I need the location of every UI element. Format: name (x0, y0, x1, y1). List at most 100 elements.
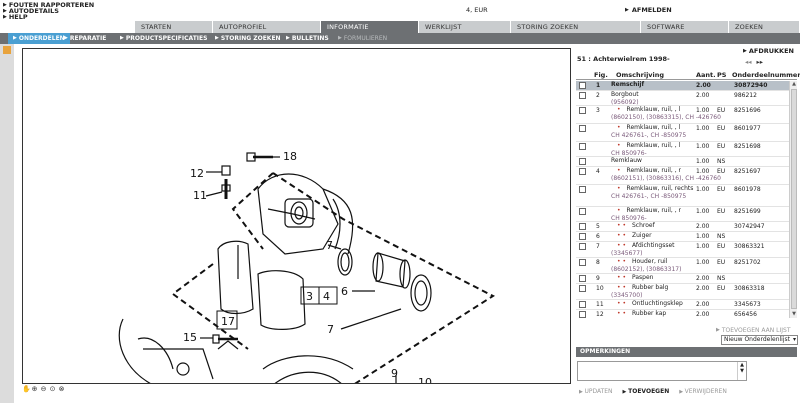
zoom-fit-icon[interactable]: ⊙ (49, 386, 56, 393)
scroll-down-icon[interactable]: ▼ (790, 311, 798, 318)
table-row[interactable]: Remklauw 1.00 NS (576, 157, 789, 167)
add-button[interactable]: ▶ TOEVOEGEN (623, 388, 670, 395)
row-checkbox[interactable] (579, 259, 586, 266)
row-desc-text: Remklauw, ruil, , r (626, 207, 682, 214)
notes-textarea[interactable] (577, 361, 747, 381)
table-row[interactable]: 9 • • Paspen 2.00 NS (576, 274, 789, 284)
table-row[interactable]: 1 Remschijf 2.00 30872940 (576, 81, 789, 91)
callout-12[interactable]: 12 (190, 167, 204, 180)
callout-9[interactable]: 9 (391, 367, 398, 380)
subtab-reparatie[interactable]: ▶ REPARATIE (64, 33, 106, 44)
row-description: • Remklauw, ruil, rechts CH 426761-, CH -8… (611, 185, 729, 200)
cart-summary[interactable]: 4, EUR (466, 6, 488, 14)
row-description: Remschijf (611, 81, 729, 89)
callout-11[interactable]: 11 (193, 189, 207, 202)
row-checkbox[interactable] (579, 311, 586, 318)
callout-7a[interactable]: 7 (326, 239, 333, 252)
notes-scrollbar[interactable]: ▲ ▼ (737, 362, 746, 380)
callout-10[interactable]: 10 (418, 376, 432, 384)
tab-zoeken[interactable]: ZOEKEN (729, 21, 800, 33)
table-row[interactable]: • Remklauw, ruil, , l CH 850976- 1.00 EU 8251… (576, 142, 789, 157)
table-row[interactable]: 5 • • Schroef 2.00 30742947 (576, 222, 789, 232)
row-description: • • Ontluchtingsklep (611, 300, 729, 308)
callout-18[interactable]: 18 (283, 150, 297, 163)
table-row[interactable]: • Remklauw, ruil, , r CH 850976- 1.00 EU 8251… (576, 207, 789, 222)
row-qty: 1.00 (696, 107, 710, 114)
row-checkbox[interactable] (579, 243, 586, 250)
row-qty: 2.00 (696, 275, 710, 282)
pan-hand-icon[interactable]: ✋ (22, 386, 31, 393)
tab-autoprofiel[interactable]: AUTOPROFIEL (213, 21, 321, 33)
row-description: • • Rubber kap (611, 310, 729, 318)
tab-starten[interactable]: STARTEN (135, 21, 213, 33)
row-checkbox[interactable] (579, 92, 586, 99)
indent-marker: • • (617, 300, 626, 307)
row-qty: 1.00 (696, 168, 710, 175)
parts-scrollbar[interactable]: ▲ ▼ (789, 81, 797, 318)
next-page-icon[interactable]: ▸▸ (757, 58, 764, 66)
table-row[interactable]: 2 Borgbout (956092) 2.00 986212 (576, 91, 789, 106)
row-fig: 6 (596, 233, 600, 240)
indent-marker: • • (617, 258, 626, 265)
tab-informatie[interactable]: INFORMATIE (321, 21, 419, 33)
row-checkbox[interactable] (579, 186, 586, 193)
exploded-parts-drawing[interactable]: 18 12 11 7 6 7 3 4 17 15 9 10 (22, 48, 571, 384)
row-checkbox[interactable] (579, 107, 586, 114)
callout-3[interactable]: 3 (306, 290, 313, 303)
indent-marker: • • (617, 274, 626, 281)
table-row[interactable]: • Remklauw, ruil, rechts CH 426761-, CH -8… (576, 185, 789, 207)
logout-link[interactable]: ▶ AFMELDEN (625, 6, 672, 14)
row-part-number: 3345673 (734, 301, 761, 308)
row-checkbox[interactable] (579, 168, 586, 175)
add-to-list-link[interactable]: ▶ TOEVOEGEN AAN LIJST (716, 327, 791, 334)
indent-marker: • (617, 142, 621, 149)
row-fig: 5 (596, 223, 600, 230)
table-row[interactable]: 4 • Remklauw, ruil, , r (8602151), (3086331… (576, 167, 789, 185)
tab-software[interactable]: SOFTWARE (641, 21, 729, 33)
table-row[interactable]: • Remklauw, ruil, , l CH 426761-, CH -8509… (576, 124, 789, 142)
row-checkbox[interactable] (579, 285, 586, 292)
row-checkbox[interactable] (579, 125, 586, 132)
row-checkbox[interactable] (579, 158, 586, 165)
callout-7b[interactable]: 7 (327, 323, 334, 336)
scroll-up-icon[interactable]: ▲ (790, 81, 798, 88)
row-description: • Remklauw, ruil, , r (8602151), (30863316… (611, 167, 729, 182)
subtab-bulletins[interactable]: ▶ BULLETINS (286, 33, 329, 44)
update-button[interactable]: ▶ UPDATEN (579, 388, 613, 395)
table-row[interactable]: 12 • • Rubber kap 2.00 656456 (576, 310, 789, 318)
table-row[interactable]: 10 • • Rubber balg (3345700) 2.00 EU 30863318 (576, 284, 789, 300)
previous-page-icon[interactable]: ◂◂ (745, 58, 752, 66)
row-checkbox[interactable] (579, 208, 586, 215)
tab-werklijst[interactable]: WERKLIJST (419, 21, 511, 33)
table-row[interactable]: 3 • Remklauw, ruil, , l (8602150), (3086331… (576, 106, 789, 124)
row-checkbox[interactable] (579, 82, 586, 89)
subtab-storing-zoeken[interactable]: ▶ STORING ZOEKEN (215, 33, 281, 44)
table-row[interactable]: 11 • • Ontluchtingsklep 2.00 3345673 (576, 300, 789, 310)
callout-4[interactable]: 4 (323, 290, 330, 303)
row-checkbox[interactable] (579, 233, 586, 240)
table-row[interactable]: 8 • • Houder, ruil (8602152), (30863317) 1.0… (576, 258, 789, 274)
row-checkbox[interactable] (579, 143, 586, 150)
row-qty: 1.00 (696, 233, 710, 240)
zoom-reset-icon[interactable]: ⊗ (58, 386, 65, 393)
arrow-right-icon: ▶ (286, 35, 290, 41)
zoom-out-icon[interactable]: ⊖ (40, 386, 47, 393)
row-checkbox[interactable] (579, 275, 586, 282)
row-description: • • Rubber balg (3345700) (611, 284, 729, 299)
zoom-in-icon[interactable]: ⊕ (31, 386, 38, 393)
table-row[interactable]: 6 • • Zuiger 1.00 NS (576, 232, 789, 242)
delete-button[interactable]: ▶ VERWIJDEREN (679, 388, 727, 395)
callout-6[interactable]: 6 (341, 285, 348, 298)
callout-17[interactable]: 17 (221, 315, 235, 328)
row-checkbox[interactable] (579, 301, 586, 308)
callout-15[interactable]: 15 (183, 331, 197, 344)
row-checkbox[interactable] (579, 223, 586, 230)
row-qty: 1.00 (696, 158, 710, 165)
scroll-thumb[interactable] (791, 89, 797, 309)
subtab-productspecificaties[interactable]: ▶ PRODUCTSPECIFICATIES (120, 33, 207, 44)
table-row[interactable]: 7 • • Afdichtingsset (3345677) 1.00 EU 3086332… (576, 242, 789, 258)
subtab-onderdelen[interactable]: ▶ ONDERDELEN (8, 33, 70, 44)
print-link[interactable]: ▶ AFDRUKKEN (743, 47, 794, 55)
tab-storing-zoeken[interactable]: STORING ZOEKEN (511, 21, 641, 33)
parts-list-select[interactable]: Nieuw Onderdelenlijst ▾ (721, 335, 798, 345)
